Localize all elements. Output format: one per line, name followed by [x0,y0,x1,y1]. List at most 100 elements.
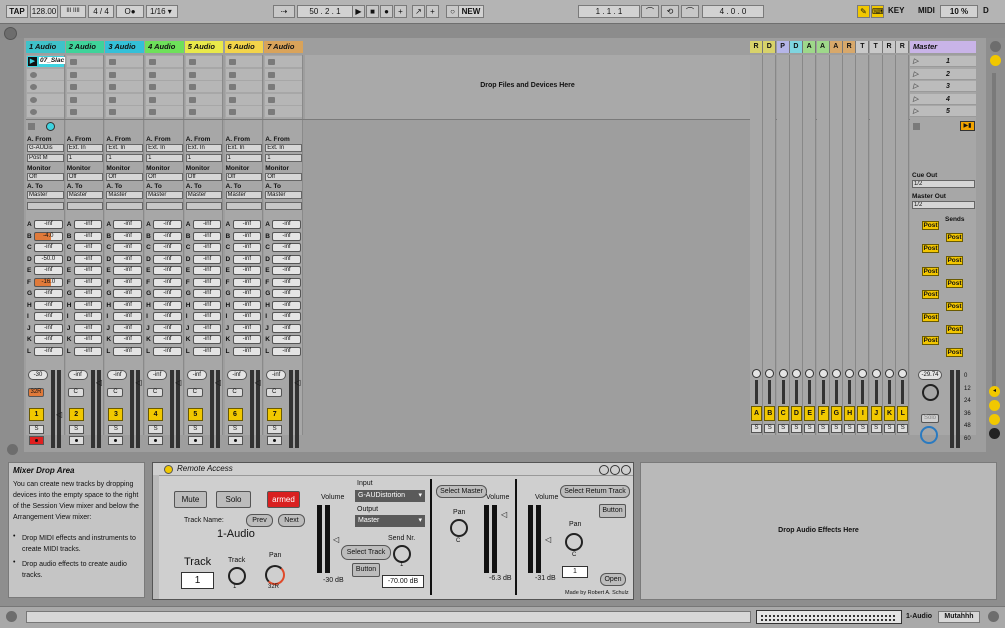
scene-launch[interactable]: ▷ 4 [910,93,976,105]
return-solo-button[interactable]: S [857,424,869,433]
arm-button[interactable] [148,436,164,445]
open-button[interactable]: Open [600,573,626,586]
track-pan[interactable]: C [67,388,84,397]
return-solo-button[interactable]: S [897,424,909,433]
master-pan-knob[interactable] [922,384,939,401]
clip-stop-icon[interactable] [188,71,196,78]
send-amount[interactable]: -inf [153,323,182,333]
follow-icon[interactable]: ⇢ [273,5,295,18]
clip-stop-icon[interactable] [69,59,77,65]
input-channel-select[interactable]: 1 [106,154,144,162]
send-amount[interactable]: -inf [34,346,63,356]
clip-stop-icon[interactable] [149,59,157,65]
clip-play-icon[interactable]: ▶ [28,57,37,66]
send-amount[interactable]: -inf [34,300,63,310]
clip-stop-icon[interactable] [188,109,196,115]
track-delay-icon[interactable] [989,400,1000,411]
return-solo-button[interactable]: S [751,424,762,433]
output-select[interactable]: Master ▾ [355,515,425,527]
solo-button[interactable]: S [108,425,124,434]
return-track-header[interactable]: D [789,41,803,53]
audio-from-select[interactable]: Ext. In [106,144,144,152]
arm-button[interactable] [267,436,283,445]
send-amount[interactable]: -inf [153,243,182,252]
audio-to-select[interactable]: Master [225,191,263,199]
clip-stop-icon[interactable] [69,109,77,115]
audio-from-select[interactable]: Ext. In [185,144,223,152]
select-return-track-button[interactable]: Select Return Track [560,485,630,498]
clip-slot[interactable] [265,68,302,80]
clip-slot[interactable] [106,56,144,67]
send-nr-knob[interactable] [393,545,411,563]
clip-stop-icon[interactable] [149,109,157,115]
send-amount[interactable]: -inf [153,289,182,298]
clip-stop-icon[interactable] [109,84,117,90]
clip-slot[interactable] [66,68,104,80]
clip-stop-icon[interactable] [268,71,276,78]
send-post-toggle[interactable]: Post [946,324,963,334]
track-volume[interactable]: -inf [107,370,128,380]
input-channel-select[interactable]: 1 [265,154,302,162]
clip-record-icon[interactable] [30,84,37,90]
monitor-select[interactable]: Off [225,173,263,181]
input-channel-select[interactable]: 1 [185,154,223,162]
volume-pointer-icon[interactable]: ◁ [56,410,62,419]
clip-drop-zone[interactable]: Drop Files and Devices Here [305,55,750,119]
send-amount[interactable]: -inf [272,346,301,356]
send-amount[interactable]: -inf [113,289,143,298]
quantize-select[interactable]: 1/16 ▾ [146,5,178,18]
arm-button[interactable] [29,436,44,445]
clip-stop-icon[interactable] [228,96,236,103]
button-2[interactable]: Button [599,504,626,518]
send-amount[interactable]: -inf [34,312,63,321]
send-amount[interactable]: -inf [153,312,182,321]
send-amount[interactable]: -inf [272,277,301,287]
send-amount[interactable]: -inf [113,231,143,241]
sends-toggle-icon[interactable] [990,55,1001,66]
draw-mode-icon[interactable]: ✎ [857,5,870,18]
returns-toggle-icon[interactable] [989,414,1000,425]
track-header[interactable]: 1 Audio [26,41,65,53]
clip-stop-icon[interactable] [149,71,157,78]
master-pan-knob[interactable] [450,519,468,537]
send-amount[interactable]: -inf [153,277,182,287]
track-pan[interactable]: C [147,388,164,397]
vertical-scrollbar[interactable] [992,73,996,393]
send-amount[interactable]: -inf [272,243,301,252]
clip-slot[interactable] [106,68,144,80]
output-channel-select[interactable] [66,202,104,210]
send-amount[interactable]: -50.0 [34,254,63,264]
return-track-header[interactable]: D [763,41,777,53]
track-activator[interactable]: 7 [267,408,283,421]
return-solo-button[interactable]: S [790,424,802,433]
play-icon[interactable]: ▶ [352,5,365,18]
send-amount[interactable]: -inf [113,266,143,275]
mixer-empty-area[interactable] [305,119,750,435]
send-amount[interactable]: -inf [232,266,262,275]
send-amount[interactable]: -inf [192,266,222,275]
clip-slot[interactable] [225,106,263,117]
clip-slot[interactable] [185,56,223,67]
return-solo-button[interactable]: S [777,424,789,433]
crossfader-toggle-icon[interactable]: ◂ [989,386,1000,397]
clip-slot[interactable] [27,81,64,92]
send-amount[interactable]: -inf [113,277,143,287]
return-activator[interactable]: F [817,406,829,421]
send-amount[interactable]: -inf [34,323,63,333]
clip-record-icon[interactable] [30,96,37,103]
clip-slot[interactable] [185,106,223,117]
clip-stop-icon[interactable] [228,71,236,78]
send-amount[interactable]: -inf [192,300,222,310]
send-post-toggle[interactable]: Post [922,290,939,299]
send-amount[interactable]: -inf [113,312,143,321]
send-amount[interactable]: -inf [113,346,143,356]
return-activator[interactable]: C [777,406,789,421]
clip-slot[interactable] [106,81,144,92]
return-solo-button[interactable]: S [830,424,842,433]
scene-launch[interactable]: ▷ 5 [910,106,976,117]
return-track-header[interactable]: R [843,41,857,53]
clip-slot[interactable] [265,81,302,92]
loop-length[interactable]: 4 . 0 . 0 [702,5,764,18]
monitor-select[interactable]: Off [66,173,104,181]
mixer-toggle-icon[interactable] [989,428,1000,439]
